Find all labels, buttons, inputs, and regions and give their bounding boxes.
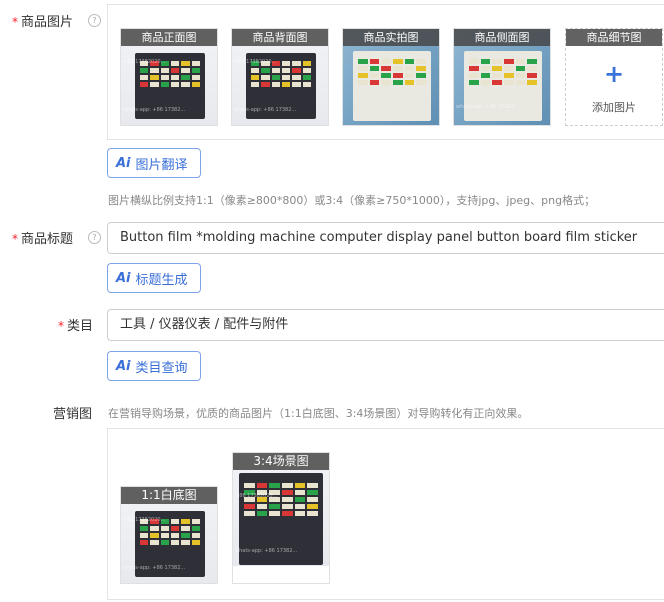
category-label: * 类目	[58, 315, 93, 334]
watermark: +86 17382020...	[123, 517, 166, 523]
watermark: whats-app: +86 17382...	[123, 565, 186, 571]
category-label-text: 类目	[67, 319, 94, 334]
product-title-label: * 商品标题	[12, 228, 73, 247]
panel-board-image	[353, 51, 431, 121]
image-type-label: 商品正面图	[121, 29, 217, 46]
watermark: +86 17382020...	[235, 493, 278, 499]
category-query-label: 类目查询	[135, 360, 188, 376]
image-translate-button[interactable]: Ai 图片翻译	[107, 148, 201, 178]
title-generate-button[interactable]: Ai 标题生成	[107, 263, 201, 293]
image-type-label: 商品细节图	[566, 29, 662, 46]
ai-icon: Ai	[116, 270, 131, 286]
required-marker: *	[58, 319, 64, 333]
product-image-back[interactable]: 商品背面图 +86 17382020... whats-app: +86 173…	[231, 28, 329, 126]
required-marker: *	[12, 15, 18, 29]
product-image-front[interactable]: 商品正面图 +86 17382020... whats-app: +86 173…	[120, 28, 218, 126]
image-format-tip: 图片横纵比例支持1:1（像素≥800*800）或3:4（像素≥750*1000）…	[108, 194, 596, 207]
marketing-image-portrait[interactable]: 3:4场景图 +86 17382020... whats-app: +86 17…	[232, 452, 330, 584]
product-image-side[interactable]: 商品侧面图 whats-app: +86 17382...	[453, 28, 551, 126]
help-icon[interactable]: ?	[88, 231, 101, 244]
watermark: +86 17382020...	[234, 59, 277, 65]
marketing-image-square[interactable]: 1:1白底图 +86 17382020... whats-app: +86 17…	[120, 486, 218, 584]
plus-icon: +	[603, 60, 625, 88]
add-detail-image-tile[interactable]: 商品细节图 + 添加图片	[565, 28, 663, 126]
product-images-panel: 商品正面图 +86 17382020... whats-app: +86 173…	[107, 4, 664, 140]
watermark: whats-app: +86 17382...	[456, 104, 519, 110]
marketing-images-panel: 1:1白底图 +86 17382020... whats-app: +86 17…	[107, 428, 664, 600]
panel-board-image	[464, 51, 542, 121]
watermark: +86 17382020...	[123, 59, 166, 65]
watermark: whats-app: +86 17382...	[235, 548, 298, 554]
title-generate-label: 标题生成	[135, 272, 188, 288]
watermark: whats-app: +86 17382...	[123, 107, 186, 113]
product-images-label: * 商品图片	[12, 11, 73, 30]
product-images-label-text: 商品图片	[21, 15, 74, 30]
image-type-label: 商品实拍图	[343, 29, 439, 46]
marketing-tip: 在营销导购场景，优质的商品图片（1:1白底图、3:4场景图）对导购转化有正向效果…	[108, 407, 529, 420]
required-marker: *	[12, 232, 18, 246]
ai-icon: Ai	[116, 358, 131, 374]
product-image-real-shot[interactable]: 商品实拍图	[342, 28, 440, 126]
help-icon[interactable]: ?	[88, 14, 101, 27]
ai-icon: Ai	[116, 155, 131, 171]
image-type-label: 商品背面图	[232, 29, 328, 46]
category-input[interactable]: 工具 / 仪器仪表 / 配件与附件	[107, 309, 664, 341]
add-image-text: 添加图片	[592, 101, 636, 114]
image-type-label: 1:1白底图	[121, 487, 217, 504]
watermark: whats-app: +86 17382...	[234, 107, 297, 113]
image-type-label: 商品侧面图	[454, 29, 550, 46]
marketing-image-label: 营销图	[53, 407, 93, 422]
image-translate-label: 图片翻译	[135, 157, 188, 173]
image-type-label: 3:4场景图	[233, 453, 329, 470]
product-title-input[interactable]: Button film *molding machine computer di…	[107, 222, 664, 254]
product-title-label-text: 商品标题	[21, 232, 74, 247]
category-query-button[interactable]: Ai 类目查询	[107, 351, 201, 381]
